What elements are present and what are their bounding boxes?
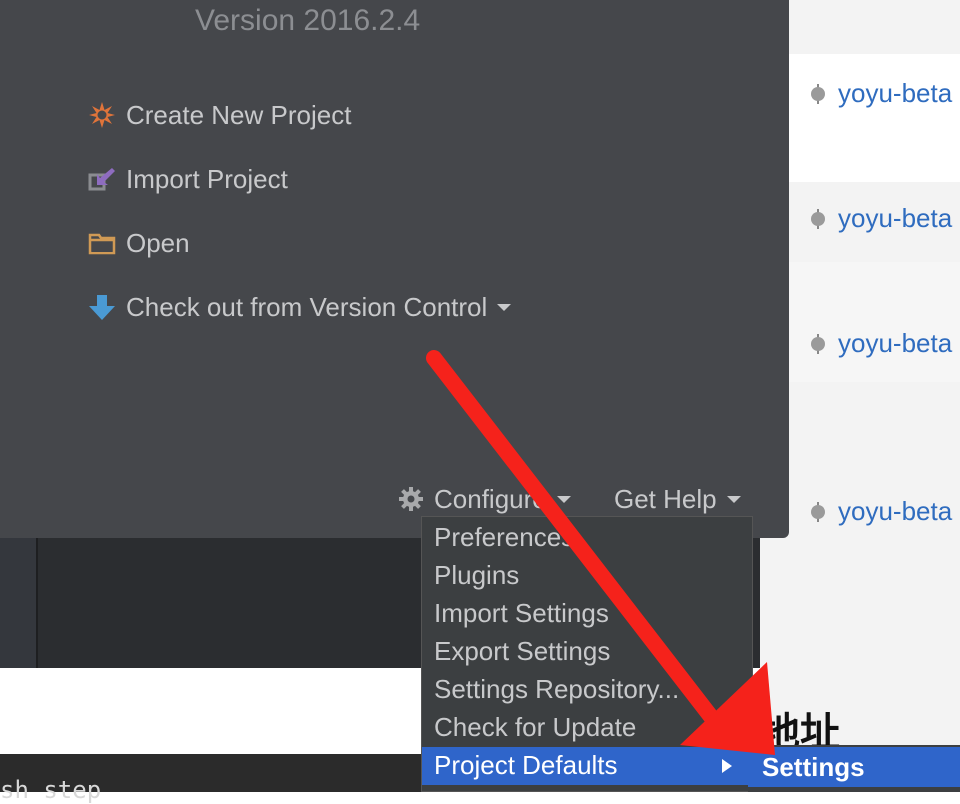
- chevron-down-icon: [497, 303, 512, 311]
- branch-name[interactable]: yoyu-beta: [838, 203, 952, 234]
- terminal-text: sh step: [0, 776, 102, 804]
- branch-name[interactable]: yoyu-beta: [838, 496, 952, 527]
- chevron-down-icon: [726, 495, 741, 503]
- menu-item-import-settings[interactable]: Import Settings: [422, 595, 752, 633]
- action-label: Create New Project: [126, 99, 352, 130]
- welcome-window: Version 2016.2.4 Create New Project Impo…: [0, 0, 789, 538]
- menu-item-label: Plugins: [434, 560, 520, 590]
- commit-node-icon: [811, 502, 825, 522]
- commit-node-icon: [811, 209, 825, 229]
- get-help-button[interactable]: Get Help: [614, 482, 741, 516]
- chevron-down-icon: [556, 495, 571, 503]
- menu-item-settings-repository[interactable]: Settings Repository...: [422, 671, 752, 709]
- action-label: Open: [126, 227, 190, 258]
- menu-item-project-defaults[interactable]: Project Defaults: [422, 747, 752, 785]
- configure-label: Configure: [434, 483, 547, 514]
- editor-gutter: [0, 538, 36, 668]
- starburst-icon: [88, 101, 116, 129]
- commit-node-icon: [811, 334, 825, 354]
- action-label: Import Project: [126, 163, 288, 194]
- menu-item-label: Import Settings: [434, 598, 609, 628]
- branch-name[interactable]: yoyu-beta: [838, 78, 952, 109]
- create-new-project-action[interactable]: Create New Project: [88, 98, 351, 132]
- version-label: Version 2016.2.4: [195, 4, 421, 37]
- menu-item-settings[interactable]: Settings: [748, 747, 960, 787]
- menu-item-label: Check for Update: [434, 712, 637, 742]
- open-action[interactable]: Open: [88, 226, 190, 260]
- menu-item-label: Preferences: [434, 522, 575, 552]
- branch-row-band: [789, 54, 960, 182]
- branch-name[interactable]: yoyu-beta: [838, 328, 952, 359]
- gear-icon: [399, 487, 423, 511]
- menu-item-label: Project Defaults: [434, 750, 618, 780]
- submenu-arrow-icon: [722, 759, 732, 773]
- menu-item-label: Settings: [762, 752, 865, 782]
- commit-node-icon: [811, 84, 825, 104]
- menu-item-plugins[interactable]: Plugins: [422, 557, 752, 595]
- get-help-label: Get Help: [614, 483, 717, 514]
- menu-item-label: Export Settings: [434, 636, 611, 666]
- import-project-action[interactable]: Import Project: [88, 162, 288, 196]
- menu-item-check-for-update[interactable]: Check for Update: [422, 709, 752, 747]
- import-icon: [88, 165, 116, 193]
- branch-row-band: [789, 262, 960, 382]
- folder-icon: [88, 229, 116, 257]
- menu-item-label: Settings Repository...: [434, 674, 680, 704]
- editor-divider: [36, 538, 38, 668]
- menu-item-preferences[interactable]: Preferences: [422, 519, 752, 557]
- configure-menu: Preferences Plugins Import Settings Expo…: [421, 516, 753, 792]
- action-label: Check out from Version Control: [126, 291, 488, 322]
- checkout-vcs-action[interactable]: Check out from Version Control: [88, 290, 512, 324]
- down-arrow-icon: [88, 293, 116, 321]
- configure-button[interactable]: Configure: [398, 482, 571, 516]
- project-defaults-submenu: Settings: [748, 745, 960, 792]
- menu-item-export-settings[interactable]: Export Settings: [422, 633, 752, 671]
